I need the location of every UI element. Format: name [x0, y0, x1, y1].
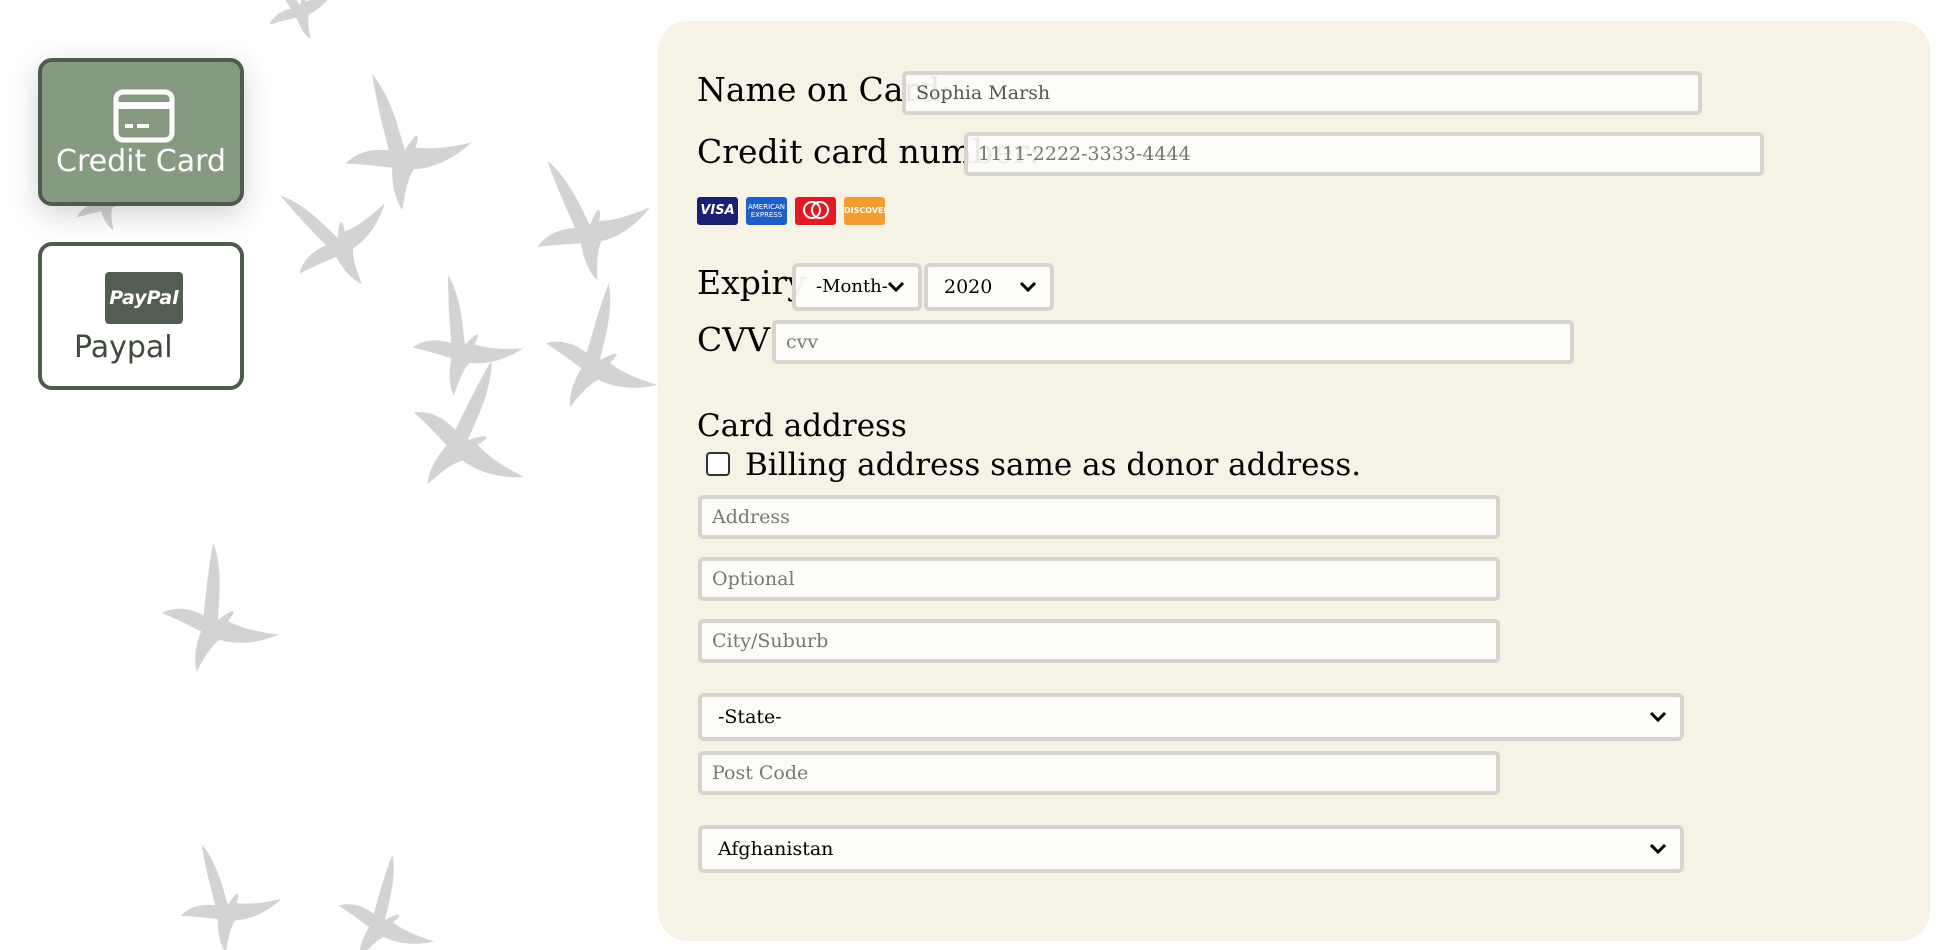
amex-logo: AMERICAN EXPRESS	[746, 197, 787, 225]
chevron-down-icon	[1649, 843, 1667, 855]
expiry-label: Expiry	[697, 263, 806, 302]
visa-logo: VISA	[697, 197, 738, 225]
cvv-input[interactable]	[772, 320, 1574, 364]
expiry-month-value: -Month-	[816, 276, 888, 297]
state-select[interactable]: -State-	[698, 693, 1684, 741]
card-address-heading: Card address	[697, 408, 907, 444]
city-input[interactable]	[698, 619, 1500, 663]
chevron-down-icon	[887, 281, 905, 293]
same-as-donor-checkbox[interactable]	[706, 452, 730, 476]
name-on-card-input[interactable]	[902, 71, 1702, 115]
accepted-cards: VISA AMERICAN EXPRESS DISCOVER	[697, 197, 885, 225]
postcode-input[interactable]	[698, 751, 1500, 795]
card-number-input[interactable]	[964, 132, 1764, 176]
discover-logo: DISCOVER	[844, 197, 885, 225]
chevron-down-icon	[1649, 711, 1667, 723]
mastercard-logo	[795, 197, 836, 225]
expiry-month-select[interactable]: -Month-	[792, 263, 922, 311]
payment-form: Name on Card: Credit card number: VISA A…	[0, 0, 1944, 950]
expiry-year-select[interactable]: 2020	[924, 263, 1054, 311]
country-select[interactable]: Afghanistan	[698, 825, 1684, 873]
address-optional-input[interactable]	[698, 557, 1500, 601]
address-input[interactable]	[698, 495, 1500, 539]
same-as-donor-label: Billing address same as donor address.	[745, 447, 1362, 483]
state-value: -State-	[718, 706, 782, 728]
chevron-down-icon	[1019, 281, 1037, 293]
cvv-label: CVV	[697, 320, 770, 359]
country-value: Afghanistan	[718, 838, 834, 860]
expiry-year-value: 2020	[944, 276, 993, 298]
